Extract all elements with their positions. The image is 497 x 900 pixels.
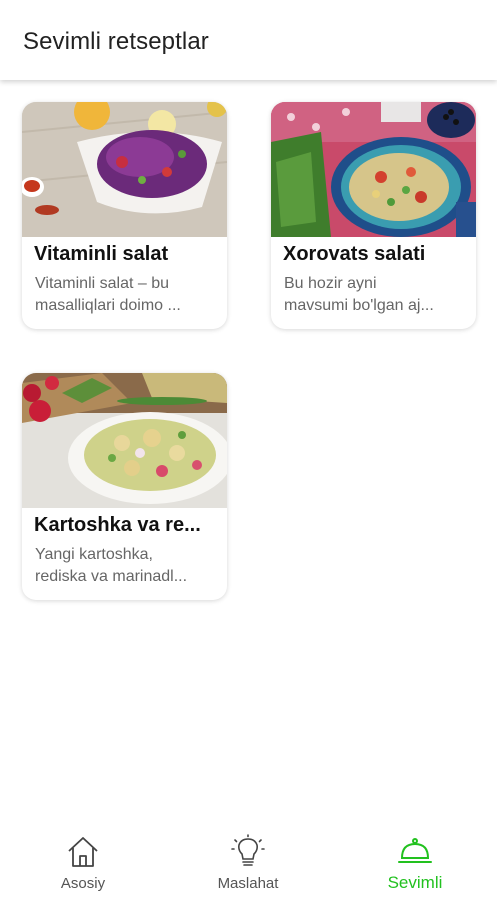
nav-item-home[interactable]: Asosiy — [23, 820, 143, 900]
nav-item-favorites[interactable]: Sevimli — [355, 820, 475, 900]
recipe-title: Xorovats salati — [283, 243, 426, 265]
recipe-description-line: masalliqlari doimo ... — [35, 297, 181, 314]
lightbulb-icon — [231, 834, 265, 866]
recipe-description: Vitaminli salat – bu masalliqlari doimo … — [35, 273, 219, 317]
cloche-icon — [398, 838, 432, 863]
page-title: Sevimli retseptlar — [23, 28, 209, 55]
nav-label-favorites: Sevimli — [387, 873, 443, 892]
potato-radish-salad-photo — [22, 373, 227, 508]
red-cabbage-salad-photo — [22, 102, 227, 237]
recipe-title: Vitaminli salat — [34, 243, 169, 265]
home-icon — [68, 837, 98, 867]
xorovats-salad-photo — [271, 102, 476, 237]
recipe-description-line: Vitaminli salat – bu — [35, 275, 169, 292]
recipe-description-line: rediska va marinadl... — [35, 568, 188, 585]
recipe-description-line: mavsumi bo'lgan aj... — [284, 297, 434, 314]
recipe-description: Bu hozir ayni mavsumi bo'lgan aj... — [284, 273, 468, 317]
recipe-description-line: Bu hozir ayni — [284, 275, 377, 292]
recipe-description-line: Yangi kartoshka, — [35, 546, 153, 563]
nav-label-tips: Maslahat — [217, 875, 279, 892]
app-bar: Sevimli retseptlar — [0, 0, 497, 80]
recipe-description: Yangi kartoshka, rediska va marinadl... — [35, 544, 219, 588]
recipe-card-vitaminli-salat[interactable]: Vitaminli salat Vitaminli salat – bu mas… — [22, 102, 227, 329]
nav-item-tips[interactable]: Maslahat — [188, 820, 308, 900]
recipe-title: Kartoshka va re... — [34, 514, 201, 536]
recipe-card-kartoshka[interactable]: Kartoshka va re... Yangi kartoshka, redi… — [22, 373, 227, 600]
nav-label-home: Asosiy — [60, 875, 106, 892]
recipe-card-xorovats-salati[interactable]: Xorovats salati Bu hozir ayni mavsumi bo… — [271, 102, 476, 329]
bottom-navigation: Asosiy Maslahat Sevimli — [0, 820, 497, 900]
